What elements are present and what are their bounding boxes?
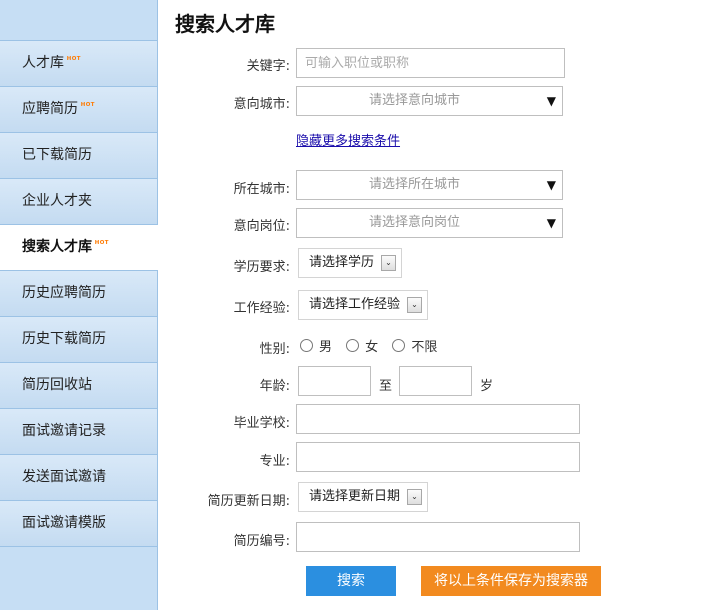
age-to-input[interactable] xyxy=(399,366,472,396)
education-selected: 请选择学历 xyxy=(309,255,375,270)
keyword-label: 关键字: xyxy=(246,59,290,74)
age-unit-label: 岁 xyxy=(480,379,494,394)
desired-position-label: 意向岗位: xyxy=(233,219,290,234)
keyword-input[interactable] xyxy=(296,48,565,78)
hot-badge: HOT xyxy=(94,239,109,246)
school-label: 毕业学校: xyxy=(233,416,290,431)
sidebar-item-interview-records[interactable]: 面试邀请记录 xyxy=(0,409,157,455)
gender-option-label: 女 xyxy=(365,340,379,355)
sidebar-top-spacer xyxy=(0,0,157,41)
sidebar-item-label: 面试邀请模版 xyxy=(22,515,106,531)
update-date-label: 简历更新日期: xyxy=(207,494,290,509)
sidebar-item-company-talent-folder[interactable]: 企业人才夹 xyxy=(0,179,157,225)
age-to-label: 至 xyxy=(379,379,393,394)
resume-number-input[interactable] xyxy=(296,522,580,552)
sidebar-item-applied-resumes[interactable]: 应聘简历 HOT xyxy=(0,87,157,133)
sidebar-item-label: 已下载简历 xyxy=(22,147,92,163)
sidebar-item-label: 面试邀请记录 xyxy=(22,423,106,439)
gender-radio-any[interactable]: 不限 xyxy=(392,336,437,355)
radio-circle-icon xyxy=(300,339,313,352)
sidebar-item-label: 发送面试邀请 xyxy=(22,469,106,485)
update-date-select[interactable]: 请选择更新日期 ⌄ xyxy=(298,482,428,512)
sidebar-item-label: 历史下载简历 xyxy=(22,331,106,347)
resume-number-label: 简历编号: xyxy=(233,534,290,549)
current-city-placeholder: 请选择所在城市 xyxy=(368,177,460,192)
sidebar-item-label: 简历回收站 xyxy=(22,377,92,393)
save-search-button[interactable]: 将以上条件保存为搜索器 xyxy=(421,566,601,596)
desired-city-label: 意向城市: xyxy=(233,97,290,112)
hot-badge: HOT xyxy=(66,55,81,62)
desired-city-placeholder: 请选择意向城市 xyxy=(368,93,460,108)
desired-position-placeholder: 请选择意向岗位 xyxy=(368,215,460,230)
education-select[interactable]: 请选择学历 ⌄ xyxy=(298,248,402,278)
gender-option-label: 男 xyxy=(319,340,333,355)
desired-position-select[interactable]: 请选择意向岗位 ▼ xyxy=(296,208,563,238)
gender-radio-female[interactable]: 女 xyxy=(346,336,378,355)
page-title: 搜索人才库 xyxy=(175,12,275,36)
sidebar-item-history-downloaded[interactable]: 历史下载简历 xyxy=(0,317,157,363)
search-button[interactable]: 搜索 xyxy=(306,566,396,596)
age-label: 年龄: xyxy=(259,379,290,394)
hot-badge: HOT xyxy=(80,101,95,108)
education-label: 学历要求: xyxy=(233,260,290,275)
sidebar-item-interview-template[interactable]: 面试邀请模版 xyxy=(0,501,157,547)
gender-option-label: 不限 xyxy=(411,340,438,355)
radio-circle-icon xyxy=(392,339,406,352)
gender-radio-male[interactable]: 男 xyxy=(300,336,332,355)
select-arrow-icon: ⌄ xyxy=(381,255,396,271)
major-label: 专业: xyxy=(259,454,290,469)
select-arrow-icon: ⌄ xyxy=(407,297,422,313)
sidebar-item-downloaded-resumes[interactable]: 已下载简历 xyxy=(0,133,157,179)
major-input[interactable] xyxy=(296,442,580,472)
sidebar-item-label: 搜索人才库 xyxy=(22,239,92,255)
sidebar-item-history-applied[interactable]: 历史应聘简历 xyxy=(0,271,157,317)
update-date-selected: 请选择更新日期 xyxy=(309,489,401,504)
current-city-select[interactable]: 请选择所在城市 ▼ xyxy=(296,170,563,200)
age-from-input[interactable] xyxy=(298,366,371,396)
school-input[interactable] xyxy=(296,404,580,434)
dropdown-arrow-icon: ▼ xyxy=(546,94,556,108)
gender-label: 性别: xyxy=(259,342,290,357)
experience-label: 工作经验: xyxy=(233,301,290,316)
sidebar: 人才库 HOT 应聘简历 HOT 已下载简历 企业人才夹 搜索人才库 HOT 历史应聘… xyxy=(0,0,158,610)
sidebar-item-label: 应聘简历 xyxy=(22,101,78,117)
select-arrow-icon: ⌄ xyxy=(407,489,422,505)
sidebar-item-label: 企业人才夹 xyxy=(22,193,92,209)
desired-city-select[interactable]: 请选择意向城市 ▼ xyxy=(296,86,563,116)
sidebar-item-talent-pool[interactable]: 人才库 HOT xyxy=(0,41,157,87)
current-city-label: 所在城市: xyxy=(233,182,290,197)
dropdown-arrow-icon: ▼ xyxy=(546,216,556,230)
gender-radio-group: 男 女 不限 xyxy=(300,336,447,355)
experience-selected: 请选择工作经验 xyxy=(309,297,401,312)
dropdown-arrow-icon: ▼ xyxy=(546,178,556,192)
sidebar-item-recycle-bin[interactable]: 简历回收站 xyxy=(0,363,157,409)
experience-select[interactable]: 请选择工作经验 ⌄ xyxy=(298,290,428,320)
sidebar-item-send-interview[interactable]: 发送面试邀请 xyxy=(0,455,157,501)
sidebar-item-label: 人才库 xyxy=(22,55,64,71)
radio-circle-icon xyxy=(346,339,360,352)
sidebar-item-label: 历史应聘简历 xyxy=(22,285,106,301)
toggle-more-conditions-link[interactable]: 隐藏更多搜索条件 xyxy=(296,130,400,149)
sidebar-item-search-talent[interactable]: 搜索人才库 HOT xyxy=(0,225,158,271)
